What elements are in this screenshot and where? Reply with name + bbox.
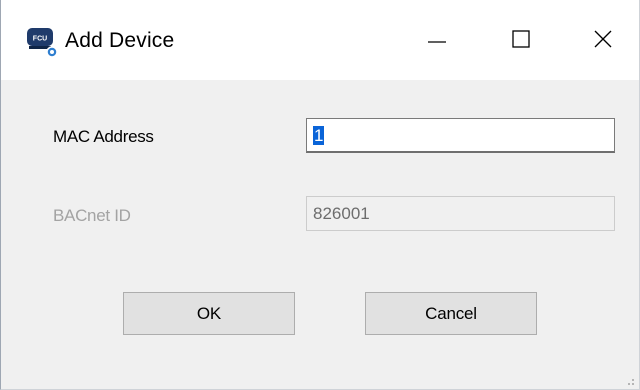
close-icon <box>594 30 612 48</box>
title-bar[interactable]: FCU Add Device <box>1 0 639 80</box>
add-device-dialog: FCU Add Device MAC Address 1 BACnet ID 8… <box>0 0 640 390</box>
bacnet-id-label: BACnet ID <box>53 206 131 225</box>
resize-grip-icon[interactable] <box>623 373 635 385</box>
mac-address-label: MAC Address <box>53 127 154 146</box>
ok-button[interactable]: OK <box>123 292 295 335</box>
minimize-icon <box>428 41 446 43</box>
close-button[interactable] <box>575 18 631 60</box>
fcu-badge-text: FCU <box>33 36 47 43</box>
fcu-device-icon: FCU <box>25 24 61 60</box>
mac-address-value: 1 <box>313 126 325 145</box>
bacnet-id-input: 826001 <box>306 196 615 231</box>
minimize-button[interactable] <box>409 18 465 60</box>
maximize-button[interactable] <box>493 18 549 60</box>
cancel-button[interactable]: Cancel <box>365 292 537 335</box>
maximize-icon <box>512 30 530 48</box>
window-title: Add Device <box>65 29 175 52</box>
mac-address-input[interactable]: 1 <box>306 118 615 153</box>
